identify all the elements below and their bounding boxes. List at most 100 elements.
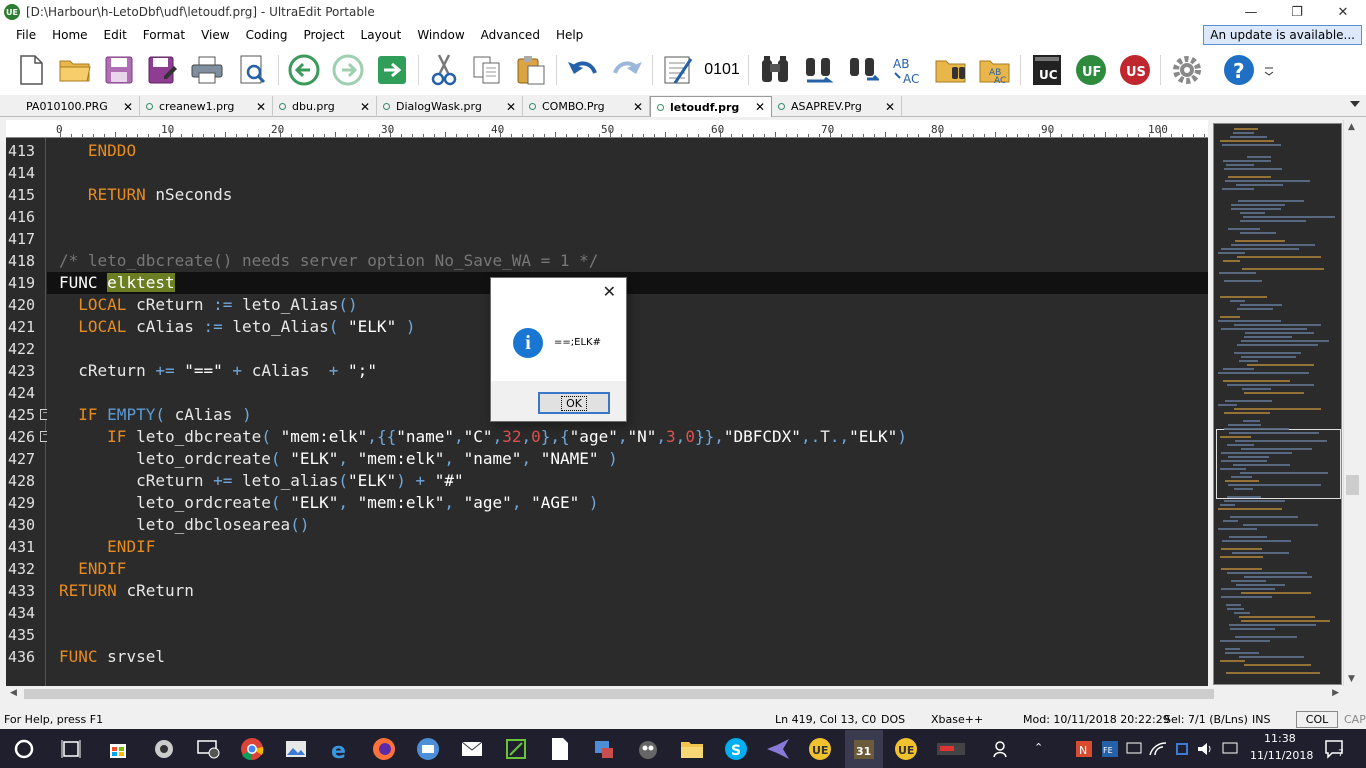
replace-in-files-icon[interactable] (934, 53, 968, 87)
outlook-icon[interactable] (414, 735, 442, 763)
code-line[interactable] (47, 338, 1208, 360)
file-explorer-icon[interactable] (678, 735, 706, 763)
code-line[interactable]: ENDIF (47, 558, 1208, 580)
task-view-icon[interactable] (57, 735, 85, 763)
redo-icon[interactable] (610, 53, 644, 87)
hex-mode-icon[interactable]: 0101 (704, 53, 740, 87)
menu-help[interactable]: Help (548, 24, 591, 45)
tab-creanew1[interactable]: creanew1.prg ✕ (140, 96, 273, 117)
code-area[interactable]: ENDDO RETURN nSeconds /* leto_dbcreate() … (47, 138, 1208, 686)
code-line[interactable]: ENDDO (47, 140, 1208, 162)
calendar-app-icon[interactable]: 31 (850, 735, 878, 763)
people-icon[interactable] (988, 735, 1016, 763)
code-line[interactable]: RETURN nSeconds (47, 184, 1208, 206)
forward-arrow-icon[interactable] (331, 53, 365, 87)
code-line[interactable]: FUNC elktest (47, 272, 1208, 294)
scroll-up-icon[interactable]: ▲ (1348, 122, 1355, 132)
tab-close-icon[interactable]: ✕ (358, 100, 372, 114)
status-syntax[interactable]: Xbase++ (931, 713, 983, 726)
clock-time[interactable]: 11:38 (1264, 732, 1296, 745)
clock-date[interactable]: 11/11/2018 (1250, 749, 1313, 762)
code-line[interactable] (47, 624, 1208, 646)
code-line[interactable]: cReturn += "==" + cAlias + ";" (47, 360, 1208, 382)
skype-icon[interactable]: S (722, 735, 750, 763)
ultraedit-active-icon[interactable]: UE (892, 735, 920, 763)
print-preview-icon[interactable] (236, 53, 270, 87)
us-icon[interactable]: US (1118, 53, 1152, 87)
minimize-button[interactable]: — (1228, 0, 1274, 24)
mail-icon[interactable] (458, 735, 486, 763)
tab-pa010100[interactable]: PA010100.PRG ✕ (6, 96, 140, 117)
scroll-left-icon[interactable]: ◀ (10, 688, 17, 698)
menu-project[interactable]: Project (295, 24, 352, 45)
horizontal-scroll-thumb[interactable] (24, 689, 1214, 699)
document-icon[interactable] (546, 735, 574, 763)
scroll-down-icon[interactable]: ▼ (1348, 674, 1355, 684)
tray-app-fe-icon[interactable]: FE (1100, 735, 1120, 763)
code-line[interactable] (47, 228, 1208, 250)
spell-check-files-icon[interactable]: AB AC (978, 53, 1012, 87)
dialog-close-button[interactable]: ✕ (603, 282, 616, 301)
tab-combo[interactable]: COMBO.Prg ✕ (523, 96, 650, 117)
update-available-button[interactable]: An update is available... (1203, 25, 1362, 45)
code-line[interactable]: LOCAL cAlias := leto_Alias( "ELK" ) (47, 316, 1208, 338)
code-line[interactable] (47, 602, 1208, 624)
copy-icon[interactable] (470, 53, 504, 87)
back-arrow-icon[interactable] (287, 53, 321, 87)
network-app-icon[interactable] (590, 735, 618, 763)
tray-language-icon[interactable] (1220, 735, 1240, 763)
line-number-gutter[interactable]: 413 414 415 416 417 418 419 420 421 422 423 424 425−… (6, 138, 51, 686)
store-icon[interactable] (104, 735, 132, 763)
green-app-icon[interactable] (502, 735, 530, 763)
save-icon[interactable] (102, 53, 136, 87)
code-minimap[interactable] (1213, 123, 1342, 685)
tab-close-icon[interactable]: ✕ (504, 100, 518, 114)
menu-file[interactable]: File (8, 24, 44, 45)
menu-edit[interactable]: Edit (96, 24, 135, 45)
menu-advanced[interactable]: Advanced (473, 24, 548, 45)
video-app-icon[interactable] (634, 735, 662, 763)
image-viewer-icon[interactable] (282, 735, 310, 763)
find-in-files-icon[interactable] (846, 53, 880, 87)
code-line[interactable]: LOCAL cReturn := leto_Alias() (47, 294, 1208, 316)
menu-window[interactable]: Window (409, 24, 472, 45)
code-line[interactable]: leto_ordcreate( "ELK", "mem:elk", "age",… (47, 492, 1208, 514)
horizontal-scrollbar[interactable]: ◀ ▶ (6, 686, 1343, 702)
column-mode-icon[interactable] (661, 53, 695, 87)
code-line[interactable]: ENDIF (47, 536, 1208, 558)
status-col-mode[interactable]: COL (1296, 711, 1338, 728)
cut-icon[interactable] (427, 53, 461, 87)
tab-close-icon[interactable]: ✕ (121, 100, 135, 114)
open-folder-icon[interactable] (58, 53, 92, 87)
edge-icon[interactable]: e (326, 735, 354, 763)
tab-dialogwask[interactable]: DialogWask.prg ✕ (377, 96, 523, 117)
status-position[interactable]: Ln 419, Col 13, C0 (775, 713, 876, 726)
tab-letoudf[interactable]: letoudf.prg ✕ (650, 96, 772, 117)
uc-icon[interactable]: UC (1030, 53, 1064, 87)
menu-format[interactable]: Format (135, 24, 193, 45)
notification-center-icon[interactable] (1322, 735, 1348, 763)
paste-icon[interactable] (514, 53, 548, 87)
tab-list-dropdown-icon[interactable] (1350, 101, 1360, 107)
wifi-icon[interactable] (1148, 735, 1168, 763)
status-insert[interactable]: INS (1252, 713, 1270, 726)
tray-expand-icon[interactable]: ⌃ (1034, 741, 1043, 754)
code-line[interactable]: RETURN cReturn (47, 580, 1208, 602)
webcam-app-icon[interactable] (150, 735, 178, 763)
bird-app-icon[interactable] (764, 735, 792, 763)
tab-close-icon[interactable]: ✕ (631, 100, 645, 114)
vertical-scrollbar[interactable]: ▲ ▼ (1343, 120, 1360, 686)
goto-icon[interactable] (375, 53, 409, 87)
code-line[interactable]: /* leto_dbcreate() needs server option N… (47, 250, 1208, 272)
print-icon[interactable] (190, 53, 224, 87)
cortana-icon[interactable] (10, 735, 38, 763)
menu-home[interactable]: Home (44, 24, 95, 45)
code-line[interactable] (47, 382, 1208, 404)
close-button[interactable]: ✕ (1320, 0, 1366, 24)
vertical-scroll-thumb[interactable] (1346, 475, 1359, 495)
firefox-icon[interactable] (370, 735, 398, 763)
tray-monitor-icon[interactable] (1124, 735, 1144, 763)
tab-asaprev[interactable]: ASAPREV.Prg ✕ (772, 96, 902, 117)
chrome-icon[interactable] (238, 735, 266, 763)
volume-icon[interactable] (1196, 735, 1216, 763)
